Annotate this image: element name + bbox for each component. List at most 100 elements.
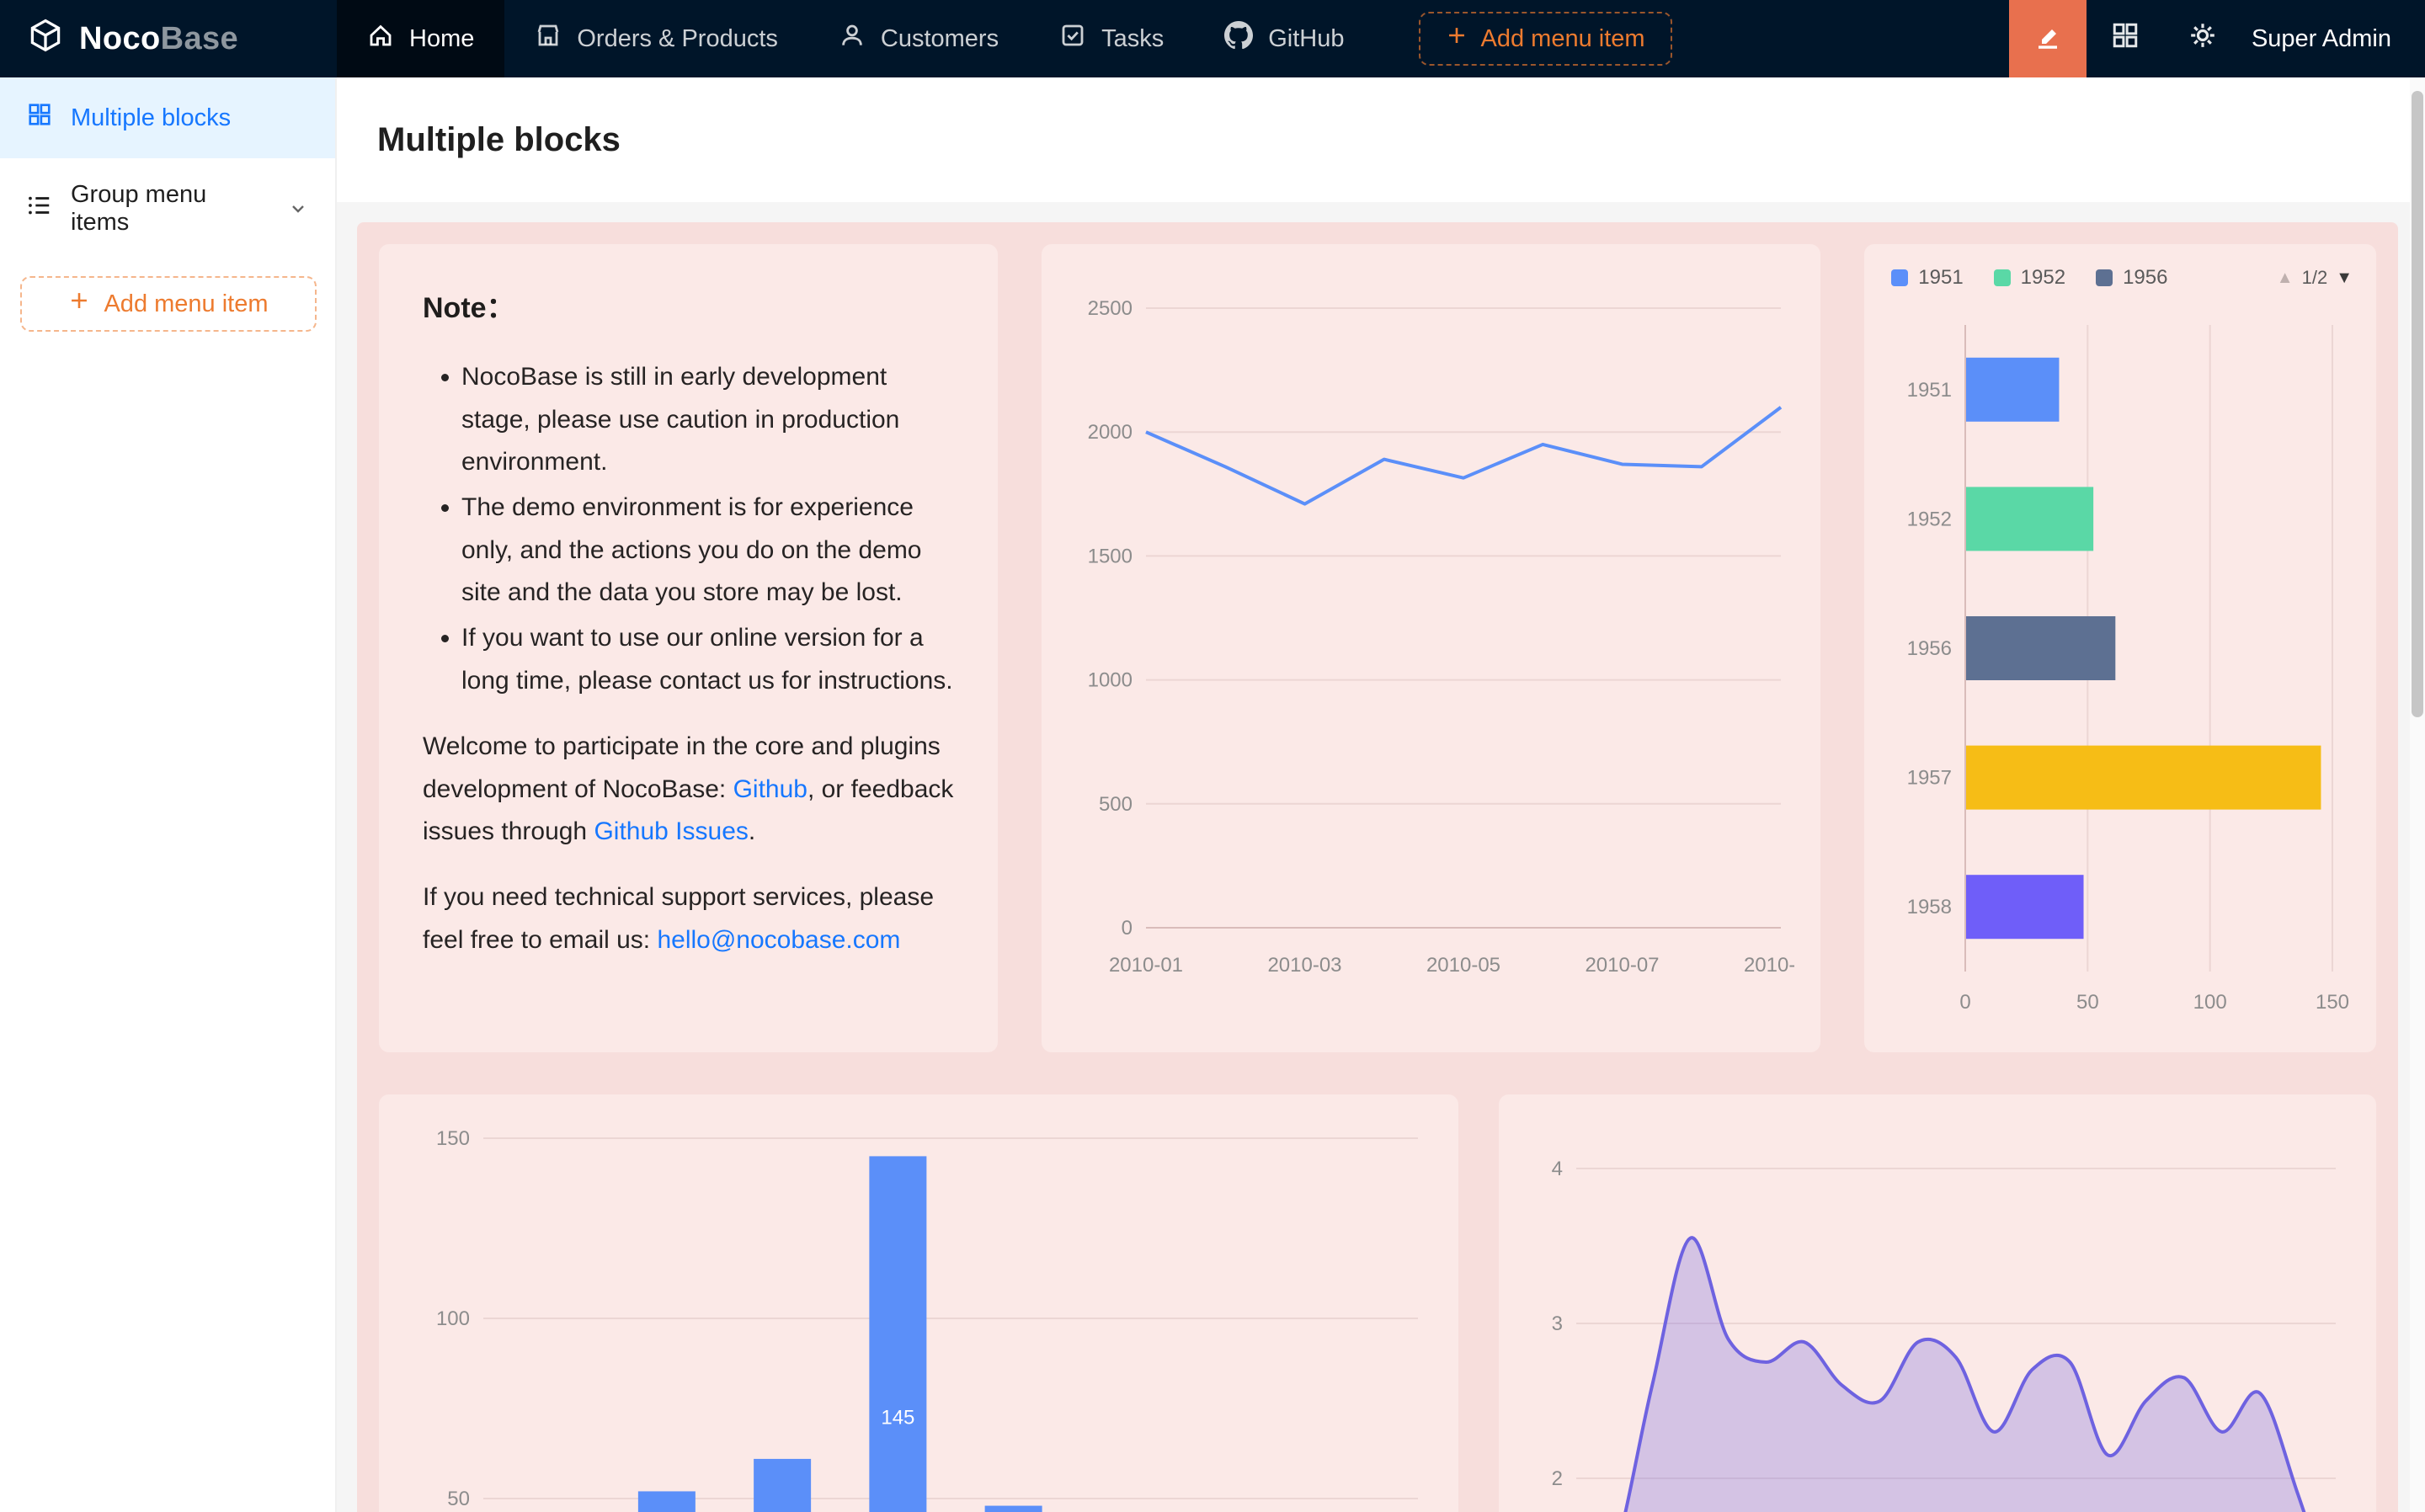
page-content: Note： NocoBase is still in early develop… <box>337 202 2412 1512</box>
legend-item[interactable]: 1952 <box>1994 266 2065 290</box>
column-chart-block: 150 100 50 145 <box>379 1094 1458 1512</box>
horizontal-bar-chart-svg: 05010015019511952195619571958 <box>1891 318 2349 1025</box>
svg-text:2010-07: 2010-07 <box>1585 954 1659 977</box>
svg-text:2010-09: 2010-09 <box>1744 954 1794 977</box>
svg-text:0: 0 <box>1960 991 1971 1014</box>
svg-text:1500: 1500 <box>1087 545 1132 567</box>
scrollbar-thumb[interactable] <box>2412 91 2423 717</box>
settings-button[interactable] <box>2164 0 2241 77</box>
svg-text:2010-03: 2010-03 <box>1267 954 1341 977</box>
svg-text:100: 100 <box>2193 991 2227 1014</box>
svg-text:50: 50 <box>447 1488 470 1510</box>
sidebar-item-group-menu-items[interactable]: Group menu items <box>0 168 335 249</box>
highlighter-icon <box>2033 20 2063 57</box>
svg-text:1958: 1958 <box>1907 896 1952 918</box>
sidebar-item-label: Group menu items <box>71 181 259 237</box>
legend-prev-icon[interactable]: ▲ <box>2277 269 2294 288</box>
nav-item-label: Orders & Products <box>577 25 778 53</box>
nav-item-label: Customers <box>881 25 999 53</box>
nav-item-label: Tasks <box>1101 25 1164 53</box>
app-window: NocoBase Home Orders & Products Customer… <box>0 0 2425 1512</box>
nav-item-home[interactable]: Home <box>337 0 504 77</box>
svg-text:2500: 2500 <box>1087 297 1132 320</box>
page-title: Multiple blocks <box>377 121 621 159</box>
column-chart: 150 100 50 145 <box>406 1121 1431 1512</box>
email-link[interactable]: hello@nocobase.com <box>657 926 900 954</box>
ui-editor-button[interactable] <box>2009 0 2087 77</box>
line-chart-svg: 050010001500200025002010-012010-032010-0… <box>1069 271 1794 1025</box>
svg-text:3: 3 <box>1552 1312 1563 1335</box>
area-chart-block: 4 3 2 <box>1499 1094 2376 1512</box>
sidebar-item-label: Multiple blocks <box>71 104 231 132</box>
nav-item-github[interactable]: GitHub <box>1194 0 1374 77</box>
svg-text:4: 4 <box>1552 1158 1563 1180</box>
legend-label: 1956 <box>2123 266 2167 290</box>
svg-text:2: 2 <box>1552 1467 1563 1490</box>
line-chart: 050010001500200025002010-012010-032010-0… <box>1069 271 1793 1025</box>
svg-text:100: 100 <box>436 1307 470 1330</box>
github-link[interactable]: Github <box>733 775 807 803</box>
legend-label: 1951 <box>1918 266 1963 290</box>
legend-swatch <box>2096 269 2113 286</box>
legend-item[interactable]: 1951 <box>1891 266 1963 290</box>
line-chart-block: 050010001500200025002010-012010-032010-0… <box>1042 244 1820 1052</box>
plugin-manager-button[interactable] <box>2087 0 2164 77</box>
svg-text:1951: 1951 <box>1907 379 1952 402</box>
svg-text:1957: 1957 <box>1907 767 1952 790</box>
column-chart-svg: 150 100 50 145 <box>406 1121 1431 1512</box>
note-bullet: The demo environment is for experience o… <box>461 487 954 614</box>
nav-item-label: GitHub <box>1268 25 1344 53</box>
github-icon <box>1224 21 1253 56</box>
appstore-icon <box>2111 21 2140 56</box>
sidebar: Multiple blocks Group menu items Add men… <box>0 77 337 1512</box>
nav-item-customers[interactable]: Customers <box>808 0 1029 77</box>
check-square-icon <box>1059 22 1086 56</box>
svg-text:1000: 1000 <box>1087 669 1132 692</box>
github-issues-link[interactable]: Github Issues <box>594 817 748 845</box>
main-menu: Home Orders & Products Customers Tasks G… <box>337 0 1375 77</box>
nav-item-orders-products[interactable]: Orders & Products <box>504 0 808 77</box>
page-header: Multiple blocks <box>337 77 2425 202</box>
chevron-down-icon <box>288 199 308 219</box>
user-menu[interactable]: Super Admin <box>2241 25 2425 53</box>
svg-text:150: 150 <box>436 1127 470 1150</box>
chart-legend: 1951 1952 1956 ▲1/2▼ <box>1891 266 2353 290</box>
add-menu-item-button[interactable]: Add menu item <box>1419 12 1672 66</box>
nav-item-tasks[interactable]: Tasks <box>1029 0 1194 77</box>
legend-label: 1952 <box>2021 266 2065 290</box>
svg-text:145: 145 <box>881 1407 914 1429</box>
shop-icon <box>535 22 562 56</box>
area-chart: 4 3 2 <box>1526 1121 2349 1512</box>
legend-item[interactable]: 1956 <box>2096 266 2167 290</box>
top-navbar: NocoBase Home Orders & Products Customer… <box>0 0 2425 77</box>
note-heading: Note： <box>423 285 954 333</box>
note-bullet: If you want to use our online version fo… <box>461 617 954 702</box>
note-paragraph: Welcome to participate in the core and p… <box>423 726 954 853</box>
svg-text:50: 50 <box>2076 991 2099 1014</box>
area-chart-svg: 4 3 2 <box>1526 1121 2349 1512</box>
note-paragraph: If you need technical support services, … <box>423 876 954 961</box>
grid-icon <box>27 102 52 134</box>
svg-text:1952: 1952 <box>1907 508 1952 530</box>
list-icon <box>27 193 52 225</box>
nocobase-logo[interactable]: NocoBase <box>0 0 337 77</box>
svg-text:150: 150 <box>2316 991 2349 1014</box>
note-block: Note： NocoBase is still in early develop… <box>379 244 998 1052</box>
note-bullet-list: NocoBase is still in early development s… <box>423 356 954 702</box>
legend-next-icon[interactable]: ▼ <box>2336 269 2353 288</box>
svg-text:2010-01: 2010-01 <box>1109 954 1183 977</box>
plus-icon <box>1446 24 1468 53</box>
legend-swatch <box>1891 269 1908 286</box>
svg-text:0: 0 <box>1121 917 1132 940</box>
sidebar-item-multiple-blocks[interactable]: Multiple blocks <box>0 77 335 158</box>
user-icon <box>839 22 866 56</box>
logo-text: NocoBase <box>79 21 238 57</box>
legend-pager: ▲1/2▼ <box>2277 267 2353 289</box>
plus-icon <box>68 290 90 318</box>
nocobase-logo-icon <box>27 17 64 61</box>
blocks-row-2: 150 100 50 145 4 3 2 <box>379 1094 2376 1512</box>
sidebar-add-menu-item-button[interactable]: Add menu item <box>20 276 317 332</box>
blocks-container: Note： NocoBase is still in early develop… <box>357 222 2398 1512</box>
note-bullet: NocoBase is still in early development s… <box>461 356 954 483</box>
scrollbar-track <box>2410 77 2425 1512</box>
